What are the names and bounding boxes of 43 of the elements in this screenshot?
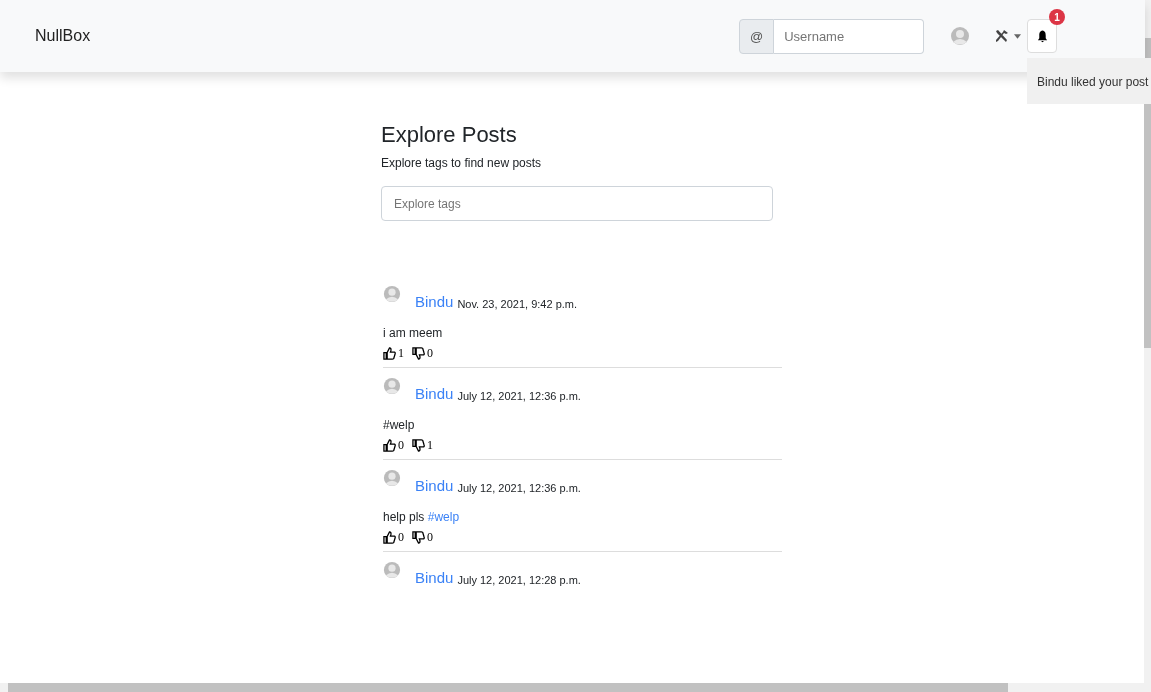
username-field[interactable]: Username [774,18,924,54]
author-link[interactable]: Bindu [415,569,454,586]
post-date: July 12, 2021, 12:28 p.m. [457,574,581,586]
author-link[interactable]: Bindu [415,477,454,494]
thumbs-down-icon [412,531,425,544]
page-title: Explore Posts [381,122,518,148]
thumbs-up-icon [383,347,396,360]
dislike-button[interactable]: 0 [412,530,433,545]
notification-badge: 1 [1049,9,1065,25]
avatar-icon [383,560,401,580]
at-prefix: @ [739,18,775,54]
tools-dropdown[interactable] [994,28,1021,44]
post-text: #welp [383,418,416,432]
bell-icon [1036,29,1048,43]
like-button[interactable]: 0 [383,438,404,453]
thumbs-up-icon [383,439,396,452]
post-date: July 12, 2021, 12:36 p.m. [457,390,581,402]
like-button[interactable]: 0 [383,530,404,545]
tag-search-field[interactable]: Explore tags [381,186,773,221]
post-date: July 12, 2021, 12:36 p.m. [457,482,581,494]
brand-link[interactable]: NullBox [35,27,91,45]
avatar-icon [383,468,401,488]
dislike-button[interactable]: 0 [412,346,433,361]
author-link[interactable]: Bindu [415,293,454,310]
avatar-icon [383,284,401,304]
author-link[interactable]: Bindu [415,385,454,402]
tools-icon [994,28,1010,44]
thumbs-down-icon [412,347,425,360]
post-date: Nov. 23, 2021, 9:42 p.m. [457,298,578,310]
tag-link[interactable]: #welp [427,510,460,524]
page-subtitle: Explore tags to find new posts [381,156,543,170]
like-button[interactable]: 1 [383,346,404,361]
caret-icon [1014,33,1021,39]
post-text: help pls #welp [383,510,461,524]
thumbs-down-icon [412,439,425,452]
notification-item[interactable]: Bindu liked your post [1037,75,1149,89]
post-text: i am meem [383,326,444,340]
dislike-button[interactable]: 1 [412,438,433,453]
notifications-button[interactable] [1027,19,1057,53]
thumbs-up-icon [383,531,396,544]
horizontal-scrollbar[interactable] [0,683,1151,692]
avatar-icon[interactable] [950,25,970,47]
avatar-icon [383,376,401,396]
